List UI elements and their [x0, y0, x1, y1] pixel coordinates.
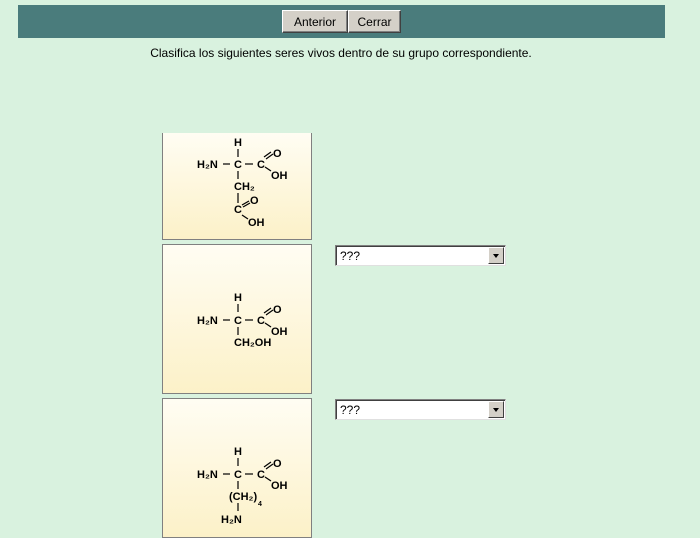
- select-value: ???: [340, 249, 361, 263]
- atom-label: H: [234, 292, 242, 304]
- atom-label: O: [273, 304, 282, 316]
- atom-label: H₂N: [197, 315, 218, 327]
- atom-label: C: [234, 469, 242, 481]
- toolbar: Anterior Cerrar: [18, 5, 665, 38]
- atom-label: C: [257, 159, 265, 171]
- previous-button[interactable]: Anterior: [282, 10, 348, 33]
- atom-label: C: [257, 469, 265, 481]
- chevron-down-icon[interactable]: [488, 401, 504, 418]
- atom-label: 4: [258, 501, 262, 508]
- atom-label: OH: [248, 217, 265, 229]
- molecule-structure-2: H H₂N C C O OH CH₂OH: [197, 292, 288, 349]
- atom-label: H₂N: [197, 159, 218, 171]
- atom-label: H₂N: [197, 469, 218, 481]
- molecule-structure-3: H H₂N C C O OH (CH₂) 4 H₂N: [197, 446, 288, 526]
- atom-label: CH₂: [234, 181, 255, 193]
- molecule-card-2: H H₂N C C O OH CH₂OH: [162, 244, 312, 394]
- atom-label: CH₂OH: [234, 337, 271, 349]
- atom-label: OH: [271, 326, 288, 338]
- close-button[interactable]: Cerrar: [348, 10, 401, 33]
- molecule-card-3: H H₂N C C O OH (CH₂) 4 H₂N: [162, 398, 312, 538]
- group-select-1[interactable]: ???: [335, 245, 506, 266]
- atom-label: C: [234, 159, 242, 171]
- atom-label: OH: [271, 170, 288, 182]
- instruction-text: Clasifica los siguientes seres vivos den…: [150, 46, 532, 60]
- atom-label: O: [250, 195, 259, 207]
- atom-label: H: [234, 137, 242, 149]
- select-value: ???: [340, 403, 361, 417]
- group-select-2[interactable]: ???: [335, 399, 506, 420]
- atom-label: (CH₂): [229, 491, 257, 503]
- chevron-down-icon[interactable]: [488, 247, 504, 264]
- atom-label: O: [273, 458, 282, 470]
- atom-label: C: [234, 315, 242, 327]
- atom-label: H: [234, 446, 242, 458]
- atom-label: OH: [271, 480, 288, 492]
- atom-label: C: [257, 315, 265, 327]
- atom-label: C: [234, 204, 242, 216]
- molecule-card-1: H H₂N C C O OH CH₂ C O OH: [162, 133, 312, 240]
- atom-label: H₂N: [221, 514, 242, 526]
- atom-label: O: [273, 148, 282, 160]
- molecule-structure-1: H H₂N C C O OH CH₂ C O OH: [197, 137, 288, 229]
